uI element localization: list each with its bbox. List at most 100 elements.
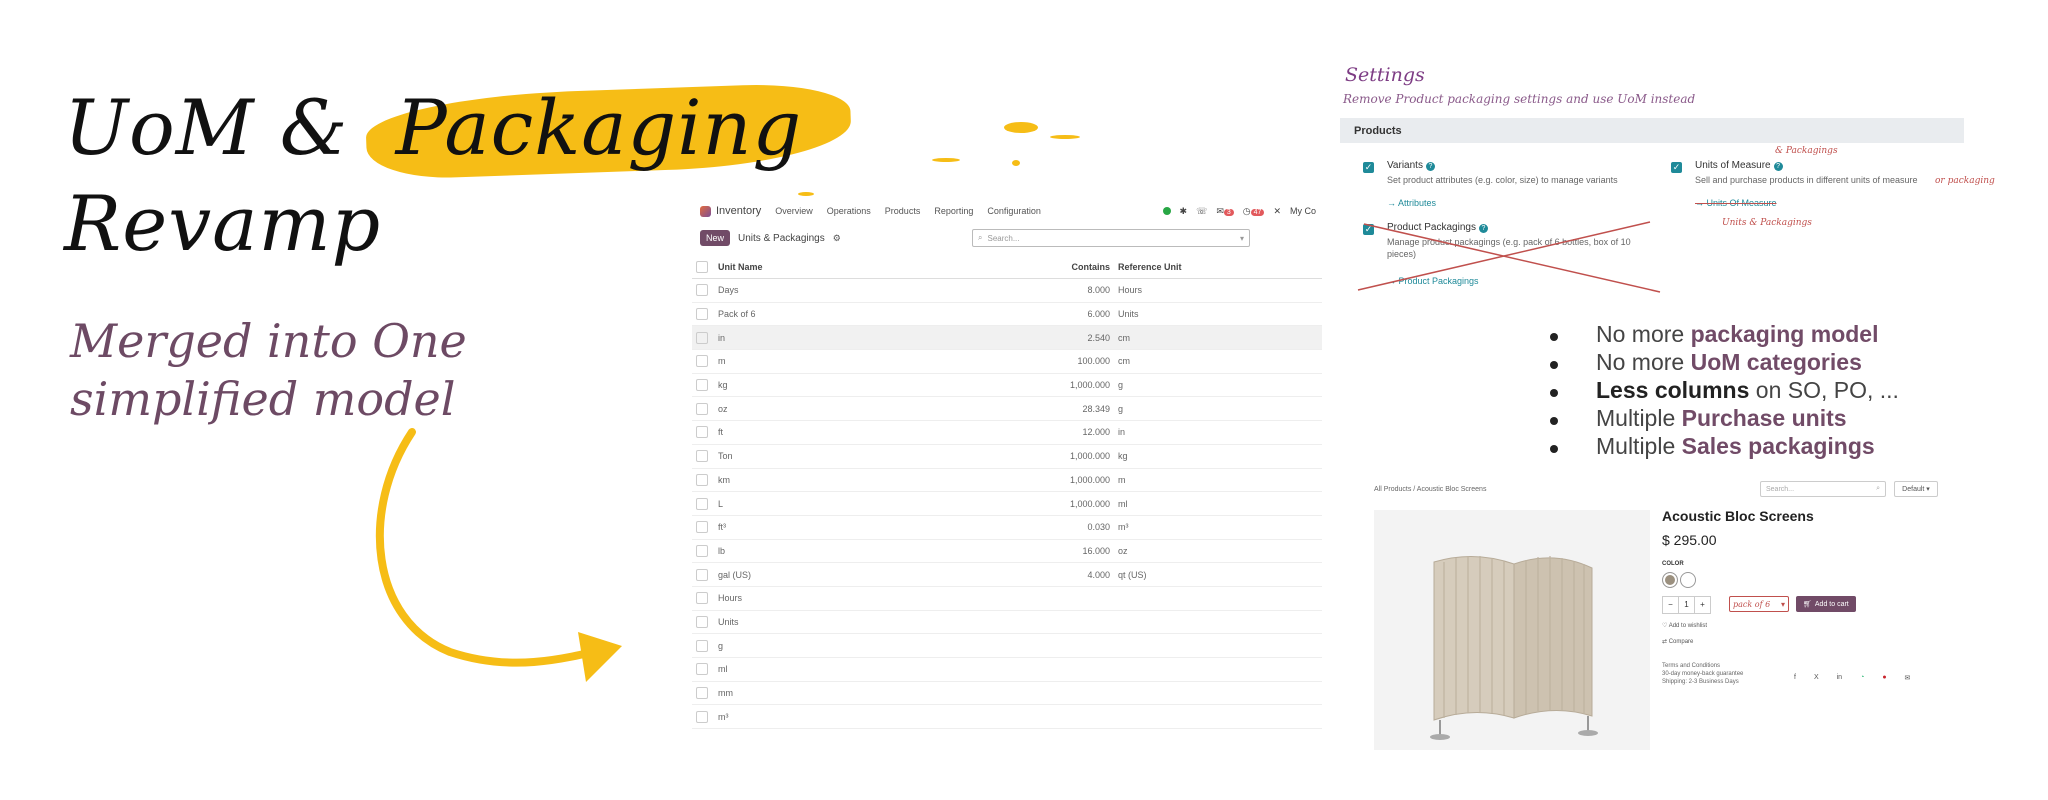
new-button[interactable]: New xyxy=(700,230,731,246)
cell-unit-name: L xyxy=(714,491,986,516)
x-icon[interactable]: X xyxy=(1814,674,1819,682)
row-checkbox[interactable] xyxy=(696,544,708,557)
row-checkbox[interactable] xyxy=(696,426,708,439)
table-row[interactable]: ft 12.000 in xyxy=(692,420,1322,445)
row-checkbox[interactable] xyxy=(696,473,708,486)
cell-reference-unit: kg xyxy=(1114,444,1322,469)
app-brand[interactable]: Inventory xyxy=(700,205,761,217)
row-checkbox[interactable] xyxy=(696,450,708,463)
compare-link[interactable]: ⇄ Compare xyxy=(1662,638,1693,645)
row-checkbox[interactable] xyxy=(696,355,708,368)
search-icon[interactable]: ⌕ xyxy=(1876,485,1880,493)
row-checkbox[interactable] xyxy=(696,663,708,676)
menu-overview[interactable]: Overview xyxy=(775,206,813,216)
col-reference-unit[interactable]: Reference Unit xyxy=(1114,256,1322,279)
sort-dropdown[interactable]: Default ▾ xyxy=(1894,481,1938,497)
row-checkbox[interactable] xyxy=(696,687,708,700)
row-checkbox[interactable] xyxy=(696,402,708,415)
table-row[interactable]: Days 8.000 Hours xyxy=(692,278,1322,303)
table-row[interactable]: km 1,000.000 m xyxy=(692,468,1322,493)
menu-reporting[interactable]: Reporting xyxy=(934,206,973,216)
col-unit-name[interactable]: Unit Name xyxy=(714,256,986,279)
help-icon[interactable]: ? xyxy=(1425,162,1435,171)
paint-splash xyxy=(798,192,814,196)
wishlist-link[interactable]: ♡ Add to wishlist xyxy=(1662,622,1707,629)
row-checkbox[interactable] xyxy=(696,639,708,652)
systray: ✱ ☏ ✉ 3 ◷ 47 ✕ My Co xyxy=(1162,206,1322,217)
inventory-logo-icon xyxy=(700,205,711,217)
table-row[interactable]: in 2.540 cm xyxy=(692,325,1322,351)
facebook-icon[interactable]: f xyxy=(1794,674,1796,682)
linkedin-icon[interactable]: in xyxy=(1837,674,1842,682)
table-row[interactable]: mm xyxy=(692,681,1322,706)
row-checkbox[interactable] xyxy=(696,331,708,344)
cell-reference-unit: Hours xyxy=(1114,278,1322,303)
whatsapp-icon[interactable]: ◔ xyxy=(1860,674,1864,682)
row-checkbox[interactable] xyxy=(696,568,708,581)
select-all-checkbox[interactable] xyxy=(696,261,708,273)
hero-subtitle: Merged into One simplified model xyxy=(70,314,467,426)
shop-breadcrumb[interactable]: All Products / Acoustic Bloc Screens xyxy=(1374,486,1486,493)
color-swatch-beige[interactable] xyxy=(1662,572,1678,588)
minus-icon[interactable]: − xyxy=(1663,597,1678,613)
menu-operations[interactable]: Operations xyxy=(827,206,871,216)
cell-reference-unit: g xyxy=(1114,396,1322,422)
email-icon[interactable]: ✉ xyxy=(1905,674,1911,682)
messages-icon[interactable]: ✉ 3 xyxy=(1216,206,1234,217)
table-row[interactable]: m 100.000 cm xyxy=(692,349,1322,374)
table-row[interactable]: Pack of 6 6.000 Units xyxy=(692,302,1322,327)
table-row[interactable]: Ton 1,000.000 kg xyxy=(692,444,1322,469)
row-checkbox[interactable] xyxy=(696,592,708,605)
table-row[interactable]: oz 28.349 g xyxy=(692,396,1322,422)
row-checkbox[interactable] xyxy=(696,497,708,510)
table-row[interactable]: lb 16.000 oz xyxy=(692,539,1322,564)
product-price: $ 295.00 xyxy=(1662,532,1717,548)
row-checkbox[interactable] xyxy=(696,284,708,297)
table-row[interactable]: gal (US) 4.000 qt (US) xyxy=(692,562,1322,587)
row-checkbox[interactable] xyxy=(696,615,708,628)
table-row[interactable]: Hours xyxy=(692,586,1322,611)
menu-products[interactable]: Products xyxy=(885,206,921,216)
cell-reference-unit: oz xyxy=(1114,539,1322,564)
uom-checkbox[interactable]: ✓ xyxy=(1671,162,1682,173)
help-icon[interactable]: ? xyxy=(1773,162,1783,171)
table-row[interactable]: L 1,000.000 ml xyxy=(692,491,1322,516)
table-row[interactable]: kg 1,000.000 g xyxy=(692,373,1322,398)
table-row[interactable]: g xyxy=(692,633,1322,658)
quantity-stepper[interactable]: − 1 + xyxy=(1662,596,1711,614)
table-row[interactable]: ft³ 0.030 m³ xyxy=(692,515,1322,540)
table-row[interactable]: ml xyxy=(692,657,1322,682)
row-checkbox[interactable] xyxy=(696,521,708,534)
company-switcher[interactable]: My Co xyxy=(1290,206,1316,216)
caret-down-icon[interactable]: ▾ xyxy=(1240,234,1244,243)
menu-configuration[interactable]: Configuration xyxy=(987,206,1041,216)
variants-checkbox[interactable]: ✓ xyxy=(1363,162,1374,173)
phone-icon[interactable]: ☏ xyxy=(1196,206,1207,217)
cell-unit-name: m³ xyxy=(714,704,986,730)
units-of-measure-link[interactable]: → Units Of Measure xyxy=(1695,198,1777,208)
table-row[interactable]: Units xyxy=(692,610,1322,635)
quantity-value[interactable]: 1 xyxy=(1678,597,1695,613)
col-contains[interactable]: Contains xyxy=(986,256,1114,279)
shop-search-input[interactable]: Search... ⌕ xyxy=(1760,481,1886,497)
cell-unit-name: Hours xyxy=(714,586,986,611)
terms-block: Terms and Conditions 30-day money-back g… xyxy=(1662,663,1744,685)
add-to-cart-button[interactable]: 🛒︎ Add to cart xyxy=(1796,596,1856,612)
bullet-item: No more UoM categories xyxy=(1538,348,1899,376)
attributes-link[interactable]: → Attributes xyxy=(1387,198,1436,208)
activity-icon[interactable]: ◷ 47 xyxy=(1243,206,1265,217)
table-row[interactable]: m³ xyxy=(692,704,1322,730)
gear-icon[interactable]: ⚙ xyxy=(833,233,841,244)
pinterest-icon[interactable]: ● xyxy=(1882,674,1886,682)
row-checkbox[interactable] xyxy=(696,308,708,321)
tools-icon[interactable]: ✕ xyxy=(1273,206,1281,217)
color-swatch-white[interactable] xyxy=(1680,572,1696,588)
cell-reference-unit: m³ xyxy=(1114,515,1322,540)
annotation-or-packaging: or packaging xyxy=(1935,176,1995,186)
row-checkbox[interactable] xyxy=(696,379,708,392)
search-input[interactable]: ⌕ Search... ▾ xyxy=(972,229,1250,247)
packaging-select[interactable]: pack of 6 ▾ xyxy=(1729,596,1789,612)
bug-icon[interactable]: ✱ xyxy=(1180,206,1188,217)
row-checkbox[interactable] xyxy=(696,710,708,723)
plus-icon[interactable]: + xyxy=(1695,597,1710,613)
